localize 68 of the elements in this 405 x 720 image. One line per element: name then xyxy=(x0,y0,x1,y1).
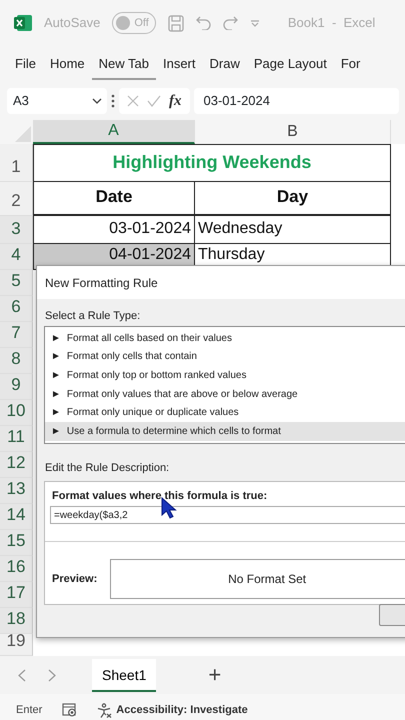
formula-label: Format values where this formula is true: xyxy=(52,490,268,502)
rule-type-list[interactable] xyxy=(44,326,405,444)
row-header[interactable]: 1 xyxy=(0,144,33,182)
status-mode: Enter xyxy=(16,702,42,718)
row-header[interactable]: 2 xyxy=(0,182,33,216)
ribbon-tab[interactable]: New Tab xyxy=(92,48,156,80)
rule-type-item[interactable]: ► Format only top or bottom ranked values xyxy=(45,366,405,385)
sheet-tab[interactable]: Sheet1 xyxy=(92,658,156,692)
row-header[interactable]: 9 xyxy=(0,374,33,400)
row-header[interactable]: 19 xyxy=(0,634,33,656)
formula-field[interactable]: 03-01-2024 xyxy=(194,88,399,114)
cancel-icon[interactable] xyxy=(127,95,139,107)
ribbon-tab[interactable]: For xyxy=(334,48,368,80)
rule-type-item[interactable]: ► Use a formula to determine which cells to format xyxy=(45,422,405,441)
next-sheet-icon[interactable] xyxy=(48,668,56,682)
row-header[interactable]: 6 xyxy=(0,296,33,322)
name-box[interactable]: A3 xyxy=(7,88,107,114)
row-header[interactable]: 15 xyxy=(0,530,33,556)
autosave-label: AutoSave xyxy=(44,14,100,32)
row-header[interactable]: 13 xyxy=(0,478,33,504)
excel-logo-icon[interactable] xyxy=(14,14,32,32)
save-icon[interactable] xyxy=(168,14,184,32)
column-header[interactable]: B xyxy=(195,120,391,144)
rule-type-item[interactable]: ► Format all cells based on their values xyxy=(45,329,405,348)
row-header[interactable]: 16 xyxy=(0,556,33,582)
dialog-title: New Formatting Rule xyxy=(45,274,158,292)
caret-icon[interactable] xyxy=(250,20,260,26)
column-header[interactable]: A xyxy=(33,120,195,144)
row-header[interactable]: 4 xyxy=(0,244,33,270)
row-header[interactable]: 5 xyxy=(0,270,33,296)
accessibility-button[interactable]: Accessibility: Investigate xyxy=(97,702,248,718)
chevron-down-icon[interactable] xyxy=(92,98,102,104)
row-header[interactable]: 14 xyxy=(0,504,33,530)
row-header[interactable]: 11 xyxy=(0,426,33,452)
ribbon-tab[interactable]: Home xyxy=(42,48,92,80)
ribbon-tab[interactable]: File xyxy=(8,48,43,80)
add-sheet-button[interactable]: + xyxy=(208,664,222,686)
row-header[interactable]: 18 xyxy=(0,608,33,634)
check-icon[interactable] xyxy=(147,95,161,107)
row-header[interactable]: 17 xyxy=(0,582,33,608)
accessibility-icon xyxy=(97,702,112,718)
ribbon-tab[interactable]: Draw xyxy=(202,48,247,80)
rule-type-item[interactable]: ► Format only unique or duplicate values xyxy=(45,403,405,422)
row-header[interactable]: 3 xyxy=(0,216,33,244)
undo-icon[interactable] xyxy=(196,16,211,30)
section-label: Select a Rule Type: xyxy=(45,310,140,322)
macro-record-icon[interactable] xyxy=(62,703,78,717)
previous-sheet-icon[interactable] xyxy=(18,668,26,682)
table-cell: Wednesday xyxy=(195,216,391,244)
section-label: Edit the Rule Description: xyxy=(45,462,170,474)
insert-function-button[interactable]: fx xyxy=(169,90,182,112)
document-title: Book1 - Excel xyxy=(288,14,376,32)
sheet-title: Highlighting Weekends xyxy=(33,144,391,182)
preview-label: Preview: xyxy=(52,572,98,587)
formula-input[interactable]: =weekday($a3,2 xyxy=(50,506,405,524)
column-heading: Date xyxy=(33,182,195,216)
column-heading: Day xyxy=(195,182,391,216)
ribbon-tab[interactable]: Page Layout xyxy=(246,48,334,80)
rule-type-item[interactable]: ► Format only values that are above or below average xyxy=(45,384,405,404)
more-icon[interactable] xyxy=(111,94,115,108)
preview-box: No Format Set xyxy=(110,559,405,600)
row-header[interactable]: 12 xyxy=(0,452,33,478)
row-header[interactable]: 10 xyxy=(0,400,33,426)
row-header[interactable]: 7 xyxy=(0,322,33,348)
rule-type-item[interactable]: ► Format only cells that contain xyxy=(45,348,405,366)
row-header[interactable]: 8 xyxy=(0,348,33,374)
redo-icon[interactable] xyxy=(222,16,238,30)
ribbon-tab[interactable]: Insert xyxy=(156,48,202,80)
